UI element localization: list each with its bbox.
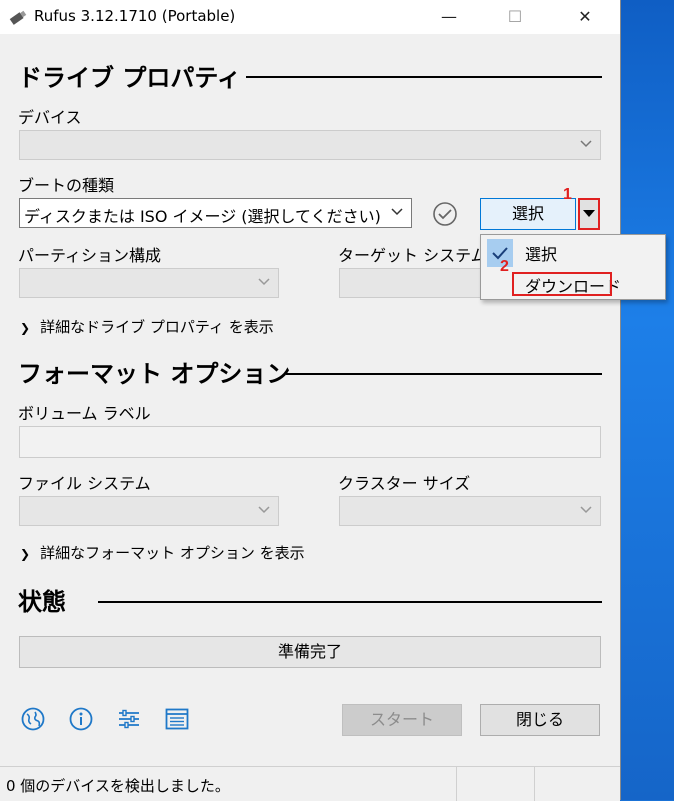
status-heading: 状態 — [18, 588, 66, 616]
annotation-marker-2: 2 — [500, 258, 509, 275]
format-advanced-label: 詳細なフォーマット オプション を表示 — [40, 544, 305, 562]
usb-drive-icon — [9, 10, 27, 25]
file-system-dropdown[interactable] — [19, 496, 279, 526]
cluster-size-dropdown[interactable] — [339, 496, 601, 526]
device-dropdown[interactable] — [19, 130, 601, 160]
window-title: Rufus 3.12.1710 (Portable) — [34, 7, 236, 25]
settings-icon[interactable] — [116, 706, 142, 732]
progress-text: 準備完了 — [277, 642, 342, 661]
globe-icon[interactable] — [20, 706, 46, 732]
target-system-label: ターゲット システム — [338, 246, 487, 265]
annotation-marker-1: 1 — [563, 186, 572, 203]
volume-label-input[interactable] — [19, 426, 601, 458]
log-icon[interactable] — [164, 706, 190, 732]
chevron-down-icon: ❯ — [20, 547, 31, 561]
caret-down-icon — [583, 210, 595, 217]
boot-type-value: ディスクまたは ISO イメージ (選択してください) — [24, 207, 381, 226]
checksum-icon[interactable] — [432, 201, 458, 227]
device-label: デバイス — [18, 108, 82, 127]
section-divider — [98, 601, 602, 603]
chevron-down-icon — [580, 506, 592, 514]
boot-type-label: ブートの種類 — [18, 176, 115, 195]
close-button[interactable]: 閉じる — [480, 704, 600, 736]
chevron-down-icon — [258, 506, 270, 514]
progress-bar: 準備完了 — [19, 636, 601, 668]
status-bar-text: 0 個のデバイスを検出しました。 — [6, 777, 230, 795]
desktop-background — [620, 0, 674, 800]
download-highlight-box — [512, 272, 612, 296]
minimize-button[interactable]: — — [426, 0, 472, 34]
chevron-down-icon — [580, 140, 592, 148]
select-button[interactable]: 選択 — [480, 198, 576, 230]
rufus-window: Rufus 3.12.1710 (Portable) — ☐ ✕ ドライブ プロ… — [0, 0, 666, 801]
boot-type-dropdown[interactable]: ディスクまたは ISO イメージ (選択してください) — [19, 198, 412, 228]
partition-scheme-dropdown[interactable] — [19, 268, 279, 298]
chevron-down-icon — [391, 208, 403, 216]
close-window-button[interactable]: ✕ — [562, 0, 608, 34]
maximize-button[interactable]: ☐ — [492, 0, 538, 34]
start-button[interactable]: スタート — [342, 704, 462, 736]
section-divider — [246, 76, 602, 78]
file-system-label: ファイル システム — [18, 474, 151, 493]
title-bar[interactable]: Rufus 3.12.1710 (Portable) — ☐ ✕ — [0, 0, 620, 34]
status-bar-divider — [534, 767, 535, 801]
menu-item-select-label: 選択 — [525, 245, 558, 264]
status-bar: 0 個のデバイスを検出しました。 — [0, 766, 620, 801]
chevron-down-icon — [258, 278, 270, 286]
status-bar-divider — [456, 767, 457, 801]
section-divider — [286, 373, 602, 375]
partition-scheme-label: パーティション構成 — [18, 246, 162, 265]
drive-properties-heading: ドライブ プロパティ — [18, 64, 241, 92]
volume-label-label: ボリューム ラベル — [18, 404, 151, 423]
info-icon[interactable] — [68, 706, 94, 732]
chevron-down-icon: ❯ — [20, 321, 31, 335]
cluster-size-label: クラスター サイズ — [338, 474, 471, 493]
drive-advanced-toggle[interactable]: ❯ 詳細なドライブ プロパティ を表示 — [20, 316, 274, 337]
format-advanced-toggle[interactable]: ❯ 詳細なフォーマット オプション を表示 — [20, 542, 305, 563]
drive-advanced-label: 詳細なドライブ プロパティ を表示 — [40, 318, 274, 336]
select-dropdown-arrow-button[interactable] — [578, 198, 600, 230]
format-options-heading: フォーマット オプション — [18, 360, 291, 388]
